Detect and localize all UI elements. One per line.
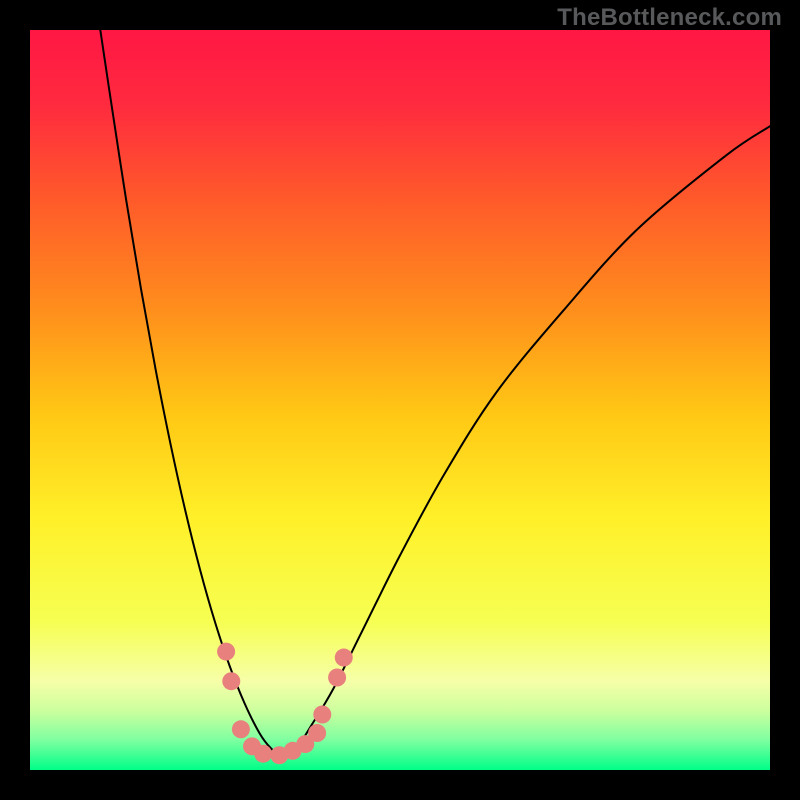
chart-svg: [30, 30, 770, 770]
marker-dot: [313, 706, 331, 724]
marker-dot: [232, 720, 250, 738]
chart-frame: TheBottleneck.com: [0, 0, 800, 800]
watermark-text: TheBottleneck.com: [557, 4, 782, 32]
marker-dot: [335, 649, 353, 667]
chart-background: [30, 30, 770, 770]
marker-dot: [217, 643, 235, 661]
marker-dot: [308, 724, 326, 742]
marker-dot: [222, 672, 240, 690]
marker-dot: [254, 745, 272, 763]
plot-area: [30, 30, 770, 770]
marker-dot: [328, 669, 346, 687]
